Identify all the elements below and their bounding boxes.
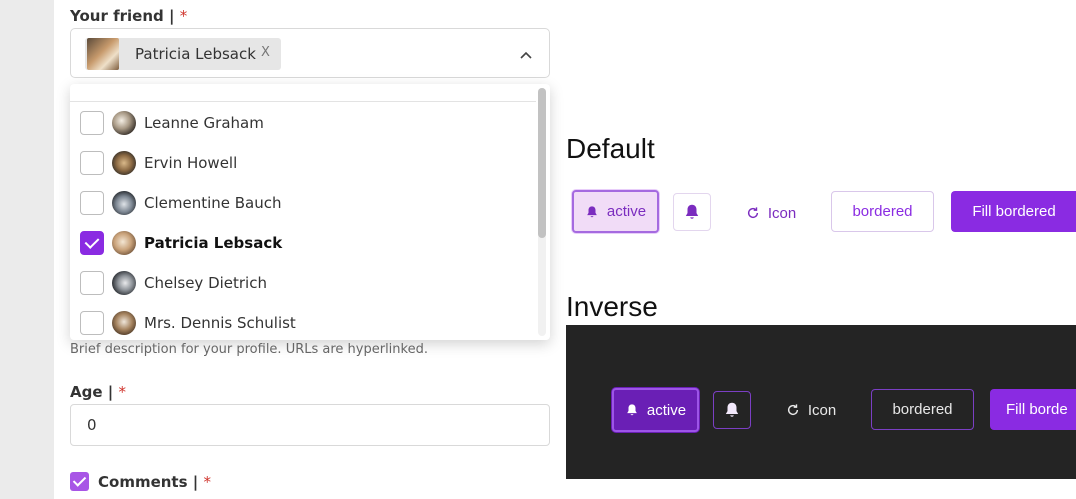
bell-icon [587,205,597,217]
default-heading: Default [566,133,655,164]
inverse-icon-button[interactable]: Icon [773,390,849,430]
avatar [112,151,136,175]
active-button-label: active [606,203,647,220]
friend-dropdown: Leanne Graham Ervin Howell Clementine Ba… [70,84,550,340]
inverse-icon-label: Icon [807,401,837,419]
option-label: Ervin Howell [144,154,238,172]
age-input[interactable]: 0 [70,404,550,446]
icon-button[interactable]: Icon [733,193,809,233]
icon-button-label: Icon [767,204,797,222]
refresh-icon [787,404,798,416]
option-chelsey-dietrich[interactable]: Chelsey Dietrich [70,263,536,303]
checkbox[interactable] [80,271,104,295]
comments-label: Comments | * [98,473,211,491]
friend-select[interactable]: Patricia Lebsack X [70,28,550,78]
bio-help-text: Brief description for your profile. URLs… [70,342,428,357]
avatar [112,111,136,135]
left-gutter [0,0,54,499]
inverse-fill-bordered-button[interactable]: Fill borde [990,389,1076,430]
option-label: Patricia Lebsack [144,234,283,252]
chip-remove-button[interactable]: X [261,45,270,60]
option-label: Chelsey Dietrich [144,274,267,292]
friend-label-text: Your friend | [70,7,175,25]
scrollbar-thumb[interactable] [538,88,546,238]
bordered-button[interactable]: bordered [831,191,934,232]
friend-label: Your friend | * [70,7,187,25]
chip-name: Patricia Lebsack [135,45,256,63]
comments-label-text: Comments | [98,473,199,491]
bell-icon [685,204,699,219]
inverse-active-button[interactable]: active [612,388,699,432]
age-label-text: Age | [70,383,114,401]
option-label: Clementine Bauch [144,194,282,212]
checkbox[interactable] [80,311,104,335]
option-label: Leanne Graham [144,114,264,132]
refresh-icon [747,207,758,219]
checkbox[interactable] [80,151,104,175]
checkbox[interactable] [80,191,104,215]
required-mark: * [118,383,126,401]
chip-avatar [87,38,119,70]
avatar [112,311,136,335]
option-label: Mrs. Dennis Schulist [144,314,296,332]
bell-icon [725,402,739,417]
option-ervin-howell[interactable]: Ervin Howell [70,143,536,183]
bell-icon [627,404,637,416]
active-button[interactable]: active [572,190,659,233]
inverse-bordered-button[interactable]: bordered [871,389,974,430]
checkbox[interactable] [80,111,104,135]
option-clementine-bauch[interactable]: Clementine Bauch [70,183,536,223]
dropdown-search-line [70,84,536,102]
option-leanne-graham[interactable]: Leanne Graham [70,103,536,143]
inverse-active-label: active [646,401,687,419]
bell-button[interactable] [673,193,711,231]
chevron-up-icon[interactable] [518,47,534,63]
required-mark: * [179,7,188,25]
required-mark: * [203,473,211,491]
age-label: Age | * [70,383,126,401]
avatar [112,231,136,255]
selected-chip: Patricia Lebsack X [85,38,281,70]
comments-checkbox[interactable] [70,472,89,491]
option-mrs-dennis-schulist[interactable]: Mrs. Dennis Schulist [70,303,536,340]
inverse-panel: active Icon bordered Fill borde [566,325,1076,479]
option-patricia-lebsack[interactable]: Patricia Lebsack [70,223,536,263]
checkbox-checked[interactable] [80,231,104,255]
avatar [112,191,136,215]
inverse-bell-button[interactable] [713,391,751,429]
inverse-heading: Inverse [566,291,658,322]
fill-bordered-button[interactable]: Fill bordered [951,191,1076,232]
avatar [112,271,136,295]
